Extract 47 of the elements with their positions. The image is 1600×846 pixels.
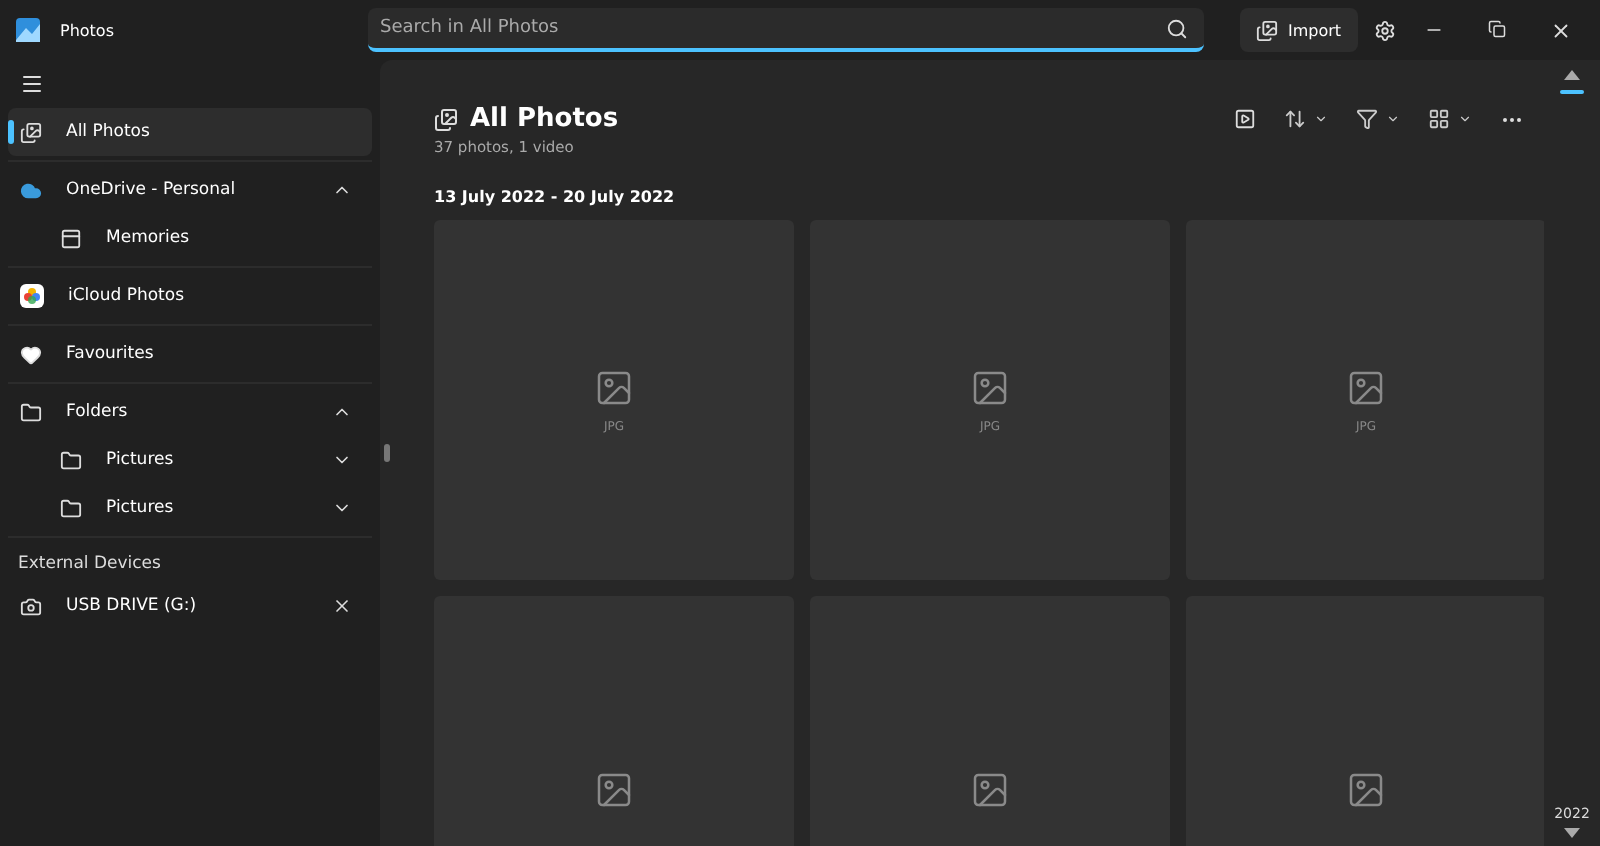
folder-icon: [20, 401, 42, 423]
folder-icon: [60, 497, 82, 519]
image-icon: [594, 367, 634, 407]
heart-icon: [20, 343, 42, 365]
image-icon: [1346, 770, 1386, 810]
search-field[interactable]: Search in All Photos: [368, 8, 1204, 52]
scroll-down-icon[interactable]: [1564, 828, 1580, 838]
page-title: All Photos: [470, 104, 621, 134]
timeline-marker[interactable]: [1560, 90, 1584, 94]
sidebar-item[interactable]: Favourites: [8, 330, 372, 378]
import-button[interactable]: Import: [1240, 8, 1358, 52]
sidebar-item[interactable]: Pictures: [8, 436, 372, 484]
sidebar-item[interactable]: OneDrive - Personal: [8, 166, 372, 214]
camera-icon: [20, 595, 42, 617]
album-icon: [60, 227, 82, 249]
image-icon: [594, 770, 634, 810]
date-heading: 13 July 2022 - 20 July 2022: [434, 188, 677, 206]
section-heading: External Devices: [16, 552, 163, 578]
close-icon[interactable]: [332, 596, 352, 616]
scroll-up-icon[interactable]: [1564, 70, 1580, 80]
restore-icon[interactable]: [1488, 19, 1506, 41]
sidebar-item[interactable]: iCloud Photos: [8, 272, 372, 320]
cloud-icon: [20, 179, 42, 201]
photos-icon: [434, 107, 458, 131]
image-icon: [1346, 367, 1386, 407]
sidebar-item[interactable]: Pictures: [8, 484, 372, 532]
resize-handle[interactable]: [384, 444, 390, 462]
view-icon[interactable]: [1428, 108, 1472, 130]
settings-icon[interactable]: [1373, 19, 1396, 41]
search-icon[interactable]: [1166, 18, 1188, 40]
filter-icon[interactable]: [1356, 108, 1400, 130]
sidebar-item[interactable]: Memories: [8, 214, 372, 262]
sidebar-item[interactable]: All Photos: [8, 108, 372, 156]
image-icon: [970, 367, 1010, 407]
selection-indicator: [8, 120, 14, 144]
folder-icon: [60, 449, 82, 471]
import-icon: [1256, 19, 1278, 41]
image-icon: [970, 770, 1010, 810]
close-icon[interactable]: [1550, 19, 1572, 41]
sidebar-item[interactable]: USB DRIVE (G:): [8, 582, 372, 630]
slideshow-icon[interactable]: [1234, 108, 1256, 130]
photos-icon: [20, 121, 42, 143]
photos-app-icon: [16, 18, 40, 42]
sidebar-item[interactable]: Folders: [8, 388, 372, 436]
window-title: Photos: [60, 21, 116, 39]
color-wheel-icon: [20, 284, 44, 308]
sort-icon[interactable]: [1284, 108, 1328, 130]
